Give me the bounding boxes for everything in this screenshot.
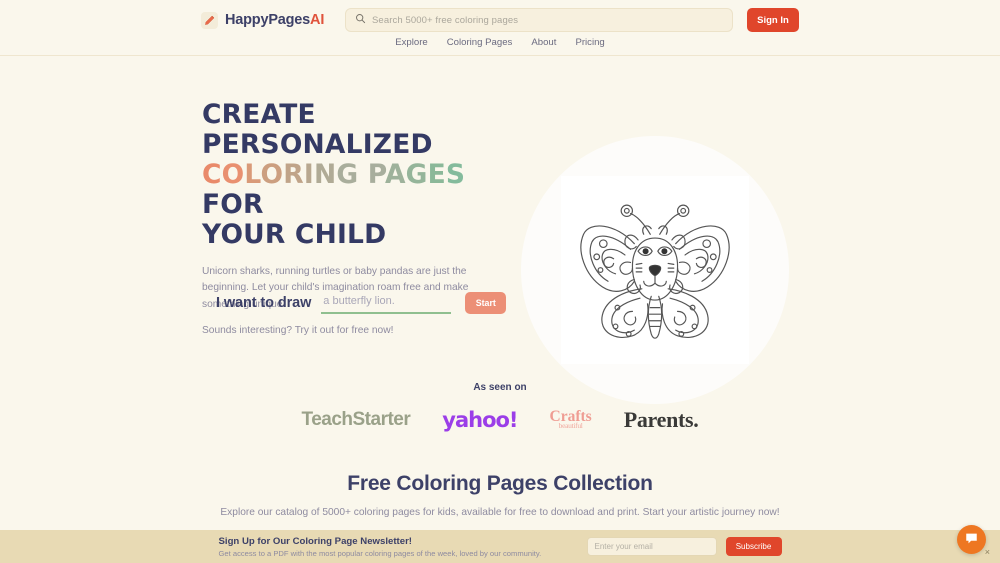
- collection-title: Free Coloring Pages Collection: [347, 472, 653, 495]
- newsletter-bar: Sign Up for Our Coloring Page Newsletter…: [0, 530, 1000, 563]
- brand-logo-parents: Parents.: [623, 407, 699, 432]
- collection-description: Explore our catalog of 5000+ coloring pa…: [220, 507, 780, 518]
- hero-section: Create Personalized Coloring Pages for Y…: [0, 56, 1000, 404]
- brand-logo-crafts-beautiful: Crafts beautiful: [550, 409, 592, 430]
- brand-logo-yahoo: yahoo!: [442, 408, 518, 432]
- draw-prompt-input[interactable]: [321, 292, 452, 314]
- collection-section: Free Coloring Pages Collection Explore o…: [0, 472, 1000, 518]
- newsletter-title: Sign Up for Our Coloring Page Newsletter…: [218, 535, 413, 547]
- draw-prompt-form: I want to draw Start: [216, 292, 507, 314]
- logo-text: HappyPagesAI: [225, 12, 324, 28]
- brand-logo-teachstarter: TeachStarter: [301, 409, 411, 430]
- page-title: Create Personalized Coloring Pages for Y…: [202, 100, 512, 250]
- chat-bubble-icon: [964, 531, 979, 549]
- nav-item-explore[interactable]: Explore: [395, 37, 428, 48]
- search-input[interactable]: Search 5000+ free coloring pages: [345, 8, 733, 32]
- start-button[interactable]: Start: [465, 292, 507, 314]
- search-icon: [355, 11, 366, 29]
- headline-word-coloring: Coloring: [202, 158, 359, 190]
- hero-illustration: [521, 136, 789, 404]
- nav-item-pricing[interactable]: Pricing: [575, 37, 604, 48]
- logo-text-main: HappyPages: [225, 12, 311, 28]
- headline-line-1: Create Personalized: [202, 99, 433, 160]
- nav-item-coloring-pages[interactable]: Coloring Pages: [447, 37, 513, 48]
- newsletter-email-input[interactable]: [586, 537, 717, 556]
- search-placeholder: Search 5000+ free coloring pages: [372, 14, 519, 26]
- butterfly-lion-coloring-page-icon: [561, 176, 749, 364]
- logo-text-accent: AI: [310, 12, 325, 28]
- chat-widget-button[interactable]: [957, 525, 986, 554]
- main-nav: Explore Coloring Pages About Pricing: [0, 37, 1000, 48]
- hero-paragraph-secondary: Sounds interesting? Try it out for free …: [202, 325, 394, 337]
- landing-page: HappyPagesAI Search 5000+ free coloring …: [0, 0, 1000, 563]
- headline-word-pages: Pages: [367, 158, 466, 190]
- brand-logo-list: TeachStarter yahoo! Crafts beautiful Par…: [0, 407, 1000, 433]
- sign-in-button[interactable]: Sign In: [747, 8, 799, 32]
- pencil-icon: [201, 11, 218, 29]
- subscribe-button[interactable]: Subscribe: [725, 537, 782, 556]
- logo[interactable]: HappyPagesAI: [201, 11, 331, 29]
- chat-close-icon[interactable]: ×: [985, 548, 990, 557]
- as-seen-on-section: As seen on TeachStarter yahoo! Crafts be…: [0, 382, 1000, 433]
- nav-item-about[interactable]: About: [531, 37, 556, 48]
- draw-prompt-label: I want to draw: [216, 295, 312, 311]
- site-header: HappyPagesAI Search 5000+ free coloring …: [0, 0, 1000, 56]
- as-seen-on-title: As seen on: [473, 382, 527, 393]
- headline-line-3: Your Child: [202, 218, 387, 250]
- newsletter-subtitle: Get access to a PDF with the most popula…: [218, 548, 542, 558]
- newsletter-text: Sign Up for Our Coloring Page Newsletter…: [219, 536, 559, 558]
- headline-word-for: for: [202, 188, 264, 220]
